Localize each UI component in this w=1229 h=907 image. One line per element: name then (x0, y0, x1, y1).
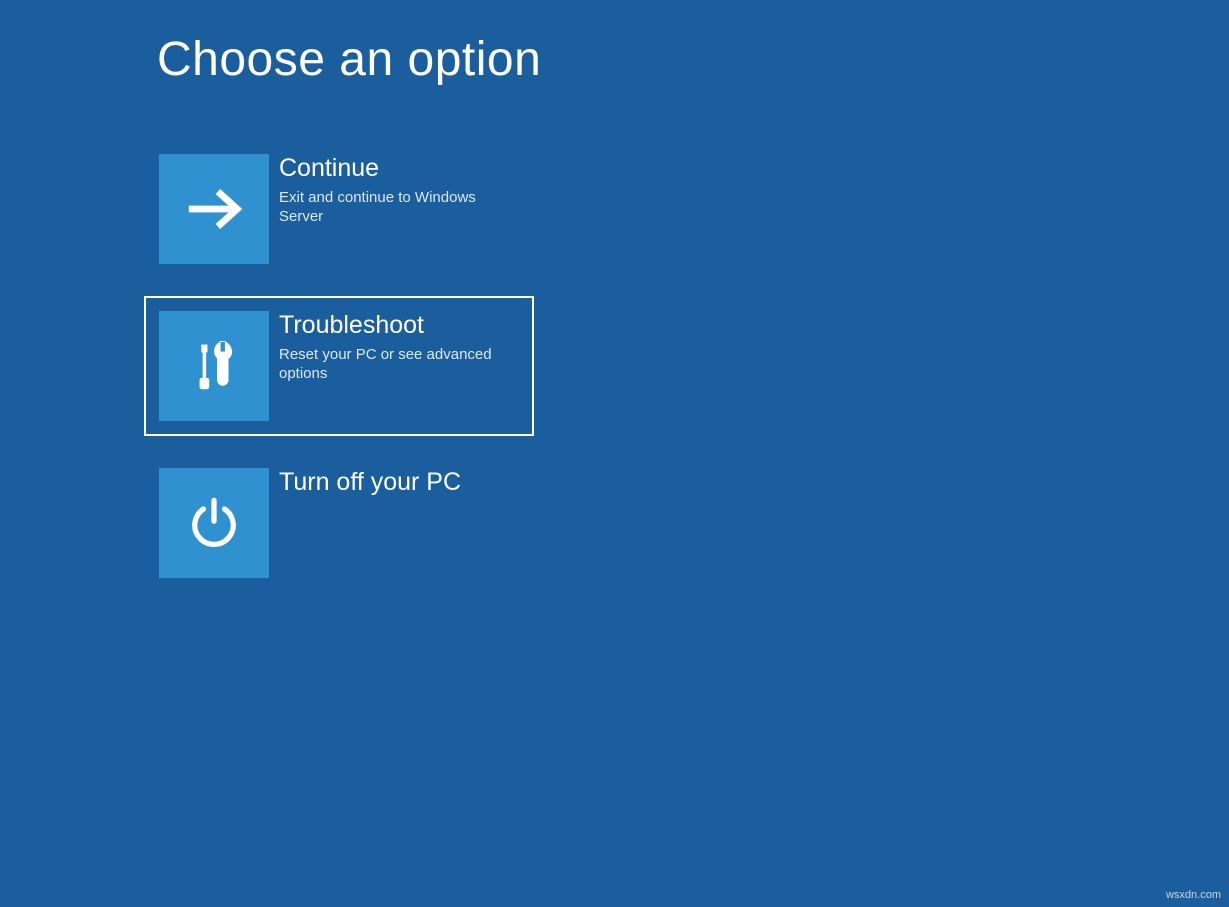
option-continue-text: Continue Exit and continue to Windows Se… (269, 154, 519, 226)
power-icon (159, 468, 269, 578)
recovery-options-screen: Choose an option Continue Exit and conti… (0, 0, 1229, 610)
option-turnoff-text: Turn off your PC (269, 468, 461, 503)
option-troubleshoot[interactable]: Troubleshoot Reset your PC or see advanc… (144, 296, 534, 436)
arrow-right-icon (159, 154, 269, 264)
option-description: Exit and continue to Windows Server (279, 189, 519, 227)
option-troubleshoot-text: Troubleshoot Reset your PC or see advanc… (269, 311, 519, 383)
option-turn-off[interactable]: Turn off your PC (144, 453, 534, 593)
options-list: Continue Exit and continue to Windows Se… (157, 139, 1229, 610)
tools-icon (159, 311, 269, 421)
option-title: Continue (279, 154, 519, 183)
page-title: Choose an option (157, 32, 1229, 87)
option-title: Troubleshoot (279, 311, 519, 340)
watermark-text: wsxdn.com (1166, 889, 1221, 901)
option-continue[interactable]: Continue Exit and continue to Windows Se… (144, 139, 534, 279)
option-title: Turn off your PC (279, 468, 461, 497)
option-description: Reset your PC or see advanced options (279, 346, 519, 384)
